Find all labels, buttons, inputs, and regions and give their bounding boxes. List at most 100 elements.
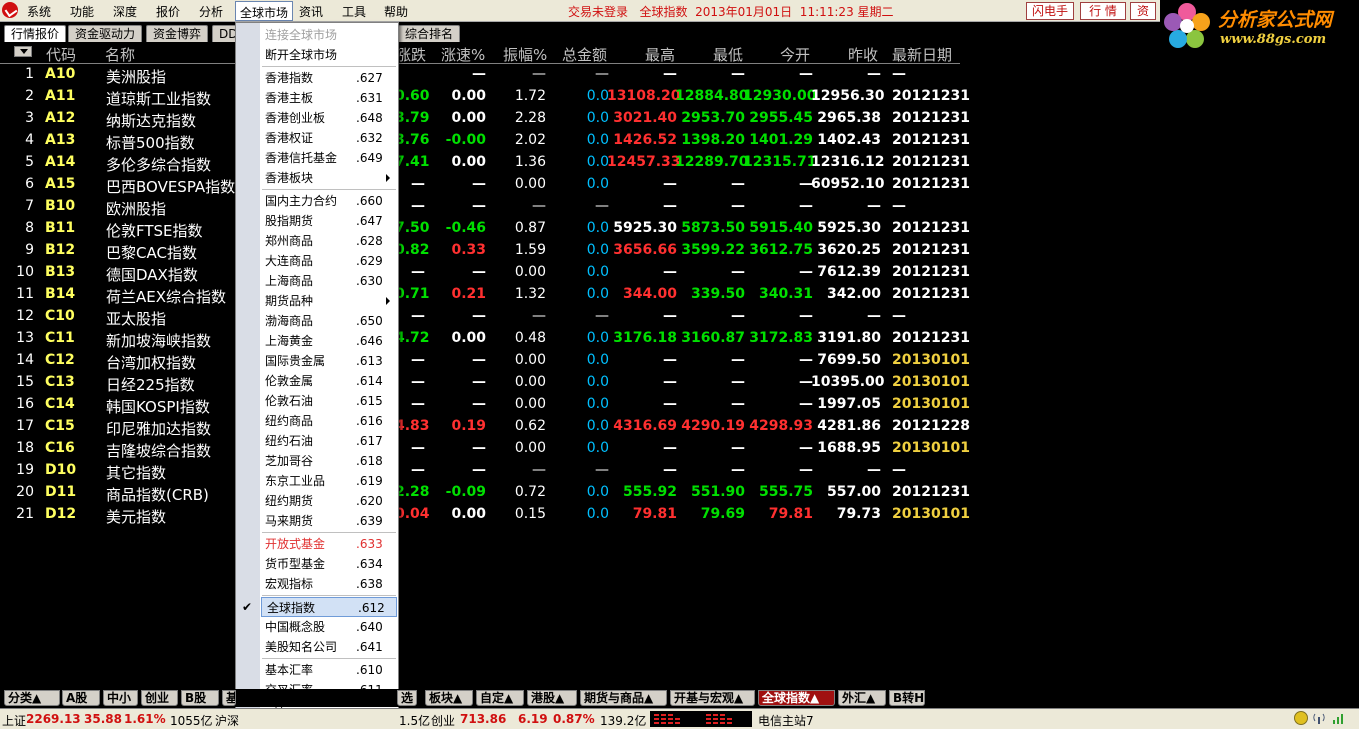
row-7-code[interactable]: B10	[45, 198, 75, 214]
menu-item-28[interactable]: 开放式基金 .633	[260, 534, 398, 554]
bottom-tab-11[interactable]: 开基与宏观▲	[670, 690, 755, 706]
row-14-code[interactable]: C12	[45, 352, 75, 368]
row-10-name[interactable]: 德国DAX指数	[106, 264, 198, 285]
row-21-name[interactable]: 美元指数	[106, 506, 166, 527]
flash-trade-button[interactable]: 闪电手	[1026, 2, 1074, 20]
col-header-amount[interactable]: 总金额	[562, 44, 607, 65]
bottom-tab-5[interactable]: 基	[222, 690, 236, 706]
menu-item-22[interactable]: 纽约石油 .617	[260, 431, 398, 451]
menu-global-market[interactable]: 全球市场	[235, 1, 294, 21]
server-name[interactable]: 电信主站7	[758, 712, 814, 729]
row-5-code[interactable]: A14	[45, 154, 75, 170]
bottom-tab-0[interactable]: 分类▲	[4, 690, 60, 706]
menu-item-20[interactable]: 伦敦石油 .615	[260, 391, 398, 411]
menu-item-16[interactable]: 渤海商品 .650	[260, 311, 398, 331]
smiley-icon[interactable]	[1294, 711, 1308, 725]
bottom-tab-6[interactable]: 选	[397, 690, 417, 706]
menu-item-19[interactable]: 伦敦金属 .614	[260, 371, 398, 391]
menu-quote[interactable]: 报价	[156, 3, 180, 20]
menu-function[interactable]: 功能	[70, 3, 94, 20]
row-7-name[interactable]: 欧洲股指	[106, 198, 166, 219]
menu-item-10[interactable]: 国内主力合约 .660	[260, 191, 398, 211]
menu-item-23[interactable]: 芝加哥谷 .618	[260, 451, 398, 471]
col-header-name[interactable]: 名称	[105, 44, 135, 65]
menu-analysis[interactable]: 分析	[199, 3, 223, 20]
menu-item-5[interactable]: 香港创业板 .648	[260, 108, 398, 128]
menu-item-26[interactable]: 马来期货 .639	[260, 511, 398, 531]
menu-item-25[interactable]: 纽约期货 .620	[260, 491, 398, 511]
col-header-high[interactable]: 最高	[645, 44, 675, 65]
menu-depth[interactable]: 深度	[113, 3, 137, 20]
row-12-code[interactable]: C10	[45, 308, 75, 324]
menu-item-8[interactable]: 香港板块	[260, 168, 398, 188]
cy-index-value[interactable]: 713.86	[460, 712, 506, 726]
bottom-tab-10[interactable]: 期货与商品▲	[580, 690, 667, 706]
row-17-code[interactable]: C15	[45, 418, 75, 434]
row-9-code[interactable]: B12	[45, 242, 75, 258]
menu-item-36[interactable]: 基本汇率 .610	[260, 660, 398, 680]
col-header-open[interactable]: 今开	[780, 44, 810, 65]
row-20-name[interactable]: 商品指数(CRB)	[106, 484, 209, 505]
menu-item-4[interactable]: 香港主板 .631	[260, 88, 398, 108]
row-13-code[interactable]: C11	[45, 330, 75, 346]
row-3-name[interactable]: 纳斯达克指数	[106, 110, 196, 131]
menu-item-32[interactable]: 全球指数 .612	[261, 597, 397, 617]
bottom-tab-1[interactable]: A股	[62, 690, 100, 706]
tab-fund-drive[interactable]: 资金驱动力	[68, 25, 143, 42]
row-19-code[interactable]: D10	[45, 462, 76, 478]
menu-item-33[interactable]: 中国概念股 .640	[260, 617, 398, 637]
quote-button[interactable]: 行 情	[1080, 2, 1126, 20]
row-9-name[interactable]: 巴黎CAC指数	[106, 242, 197, 263]
bottom-tab-13[interactable]: 外汇▲	[838, 690, 886, 706]
menu-item-29[interactable]: 货币型基金 .634	[260, 554, 398, 574]
menu-item-13[interactable]: 大连商品 .629	[260, 251, 398, 271]
sh-index-value[interactable]: 2269.13	[26, 712, 81, 726]
menu-item-3[interactable]: 香港指数 .627	[260, 68, 398, 88]
row-11-name[interactable]: 荷兰AEX综合指数	[106, 286, 226, 307]
bottom-tab-2[interactable]: 中小	[103, 690, 138, 706]
row-19-name[interactable]: 其它指数	[106, 462, 166, 483]
network-bars-icon[interactable]	[1332, 711, 1346, 725]
row-1-name[interactable]: 美洲股指	[106, 66, 166, 87]
row-15-code[interactable]: C13	[45, 374, 75, 390]
tab-market-quote[interactable]: 行情报价	[4, 25, 67, 42]
bottom-tab-4[interactable]: B股	[181, 690, 219, 706]
menu-help[interactable]: 帮助	[384, 3, 408, 20]
brand-url[interactable]: www.88gs.com	[1220, 32, 1326, 47]
row-12-name[interactable]: 亚太股指	[106, 308, 166, 329]
menu-item-18[interactable]: 国际贵金属 .613	[260, 351, 398, 371]
app-logo-icon[interactable]	[2, 2, 18, 18]
row-2-code[interactable]: A11	[45, 88, 75, 104]
menu-item-14[interactable]: 上海商品 .630	[260, 271, 398, 291]
tab-fund-game[interactable]: 资金博弈	[146, 25, 209, 42]
menu-tools[interactable]: 工具	[342, 3, 366, 20]
row-6-name[interactable]: 巴西BOVESPA指数	[106, 176, 235, 197]
row-20-code[interactable]: D11	[45, 484, 76, 500]
row-11-code[interactable]: B14	[45, 286, 75, 302]
menu-item-12[interactable]: 郑州商品 .628	[260, 231, 398, 251]
row-3-code[interactable]: A12	[45, 110, 75, 126]
row-10-code[interactable]: B13	[45, 264, 75, 280]
menu-news[interactable]: 资讯	[299, 3, 323, 20]
col-header-prev-close[interactable]: 昨收	[848, 44, 878, 65]
menu-item-30[interactable]: 宏观指标 .638	[260, 574, 398, 594]
row-18-name[interactable]: 吉隆坡综合指数	[106, 440, 211, 461]
row-6-code[interactable]: A15	[45, 176, 75, 192]
row-16-name[interactable]: 韩国KOSPI指数	[106, 396, 210, 417]
col-header-change[interactable]: 涨跌	[396, 44, 426, 65]
tab-rank[interactable]: 综合排名	[398, 25, 461, 42]
bottom-tab-14[interactable]: B转H	[889, 690, 925, 706]
menu-item-11[interactable]: 股指期货 .647	[260, 211, 398, 231]
row-8-code[interactable]: B11	[45, 220, 75, 236]
row-13-name[interactable]: 新加坡海峡指数	[106, 330, 211, 351]
col-header-code[interactable]: 代码	[46, 44, 76, 65]
col-header-speed[interactable]: 涨速%	[441, 44, 485, 65]
menu-item-15[interactable]: 期货品种	[260, 291, 398, 311]
bottom-tab-7[interactable]: 板块▲	[425, 690, 473, 706]
row-16-code[interactable]: C14	[45, 396, 75, 412]
col-header-date[interactable]: 最新日期	[892, 44, 952, 65]
menu-item-24[interactable]: 东京工业品 .619	[260, 471, 398, 491]
signal-icon[interactable]	[1312, 711, 1326, 725]
row-14-name[interactable]: 台湾加权指数	[106, 352, 196, 373]
col-header-low[interactable]: 最低	[713, 44, 743, 65]
